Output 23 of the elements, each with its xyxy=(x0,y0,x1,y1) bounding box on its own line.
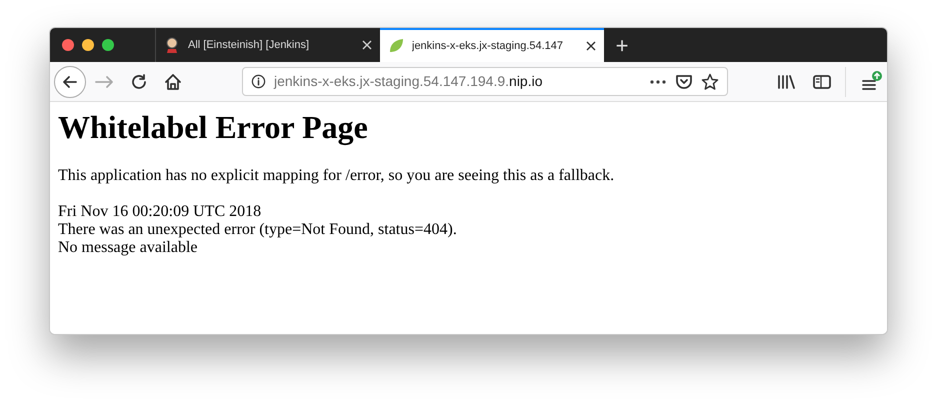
page-heading: Whitelabel Error Page xyxy=(58,108,369,147)
close-window-button[interactable] xyxy=(62,39,74,51)
browser-tab[interactable]: jenkins-x-eks.jx-staging.54.147 xyxy=(380,28,604,62)
star-icon[interactable] xyxy=(701,72,719,90)
tab-title: jenkins-x-eks.jx-staging.54.147 xyxy=(412,38,564,54)
url-text: jenkins-x-eks.jx-staging.54.147.194.9.nip.io xyxy=(274,72,544,91)
back-button[interactable] xyxy=(54,66,86,98)
library-icon[interactable] xyxy=(776,72,796,90)
tab-title: All [Einsteinish] [Jenkins] xyxy=(188,38,310,53)
new-tab-button[interactable]: + xyxy=(604,28,640,62)
address-bar[interactable]: jenkins-x-eks.jx-staging.54.147.194.9.nip.io xyxy=(242,67,728,96)
error-detail-line: Fri Nov 16 00:20:09 UTC 2018 xyxy=(58,203,262,221)
info-icon[interactable] xyxy=(251,74,266,89)
zoom-window-button[interactable] xyxy=(102,39,114,51)
error-detail-line: No message available xyxy=(58,239,198,257)
more-icon[interactable] xyxy=(649,78,667,84)
page-paragraph: This application has no explicit mapping for /error, so you are seeing this as a fallback. xyxy=(58,167,616,185)
pocket-icon[interactable] xyxy=(675,72,693,90)
close-icon[interactable] xyxy=(586,41,596,51)
sidebar-icon[interactable] xyxy=(812,72,832,90)
error-detail-line: There was an unexpected error (type=Not Found, status=404). xyxy=(58,221,458,239)
minimize-window-button[interactable] xyxy=(82,39,94,51)
leaf-icon xyxy=(388,38,404,54)
